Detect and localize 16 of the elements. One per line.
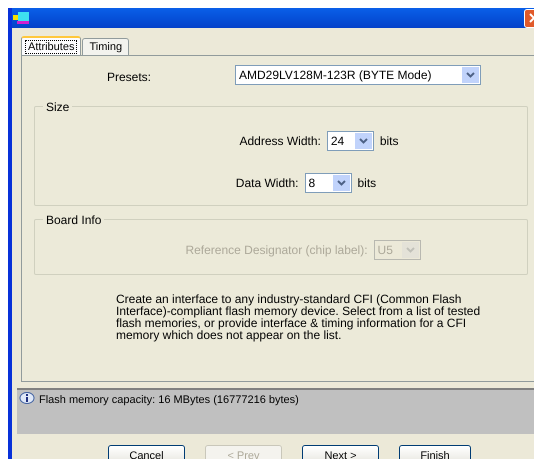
tab[interactable]: Timing [82,38,130,55]
field-label: Address Width: [239,133,321,150]
description-text: Create an interface to any industry-standard CFI (Common Flash Interface)-compliant flash memory device. Select from a list of tested flash memories, or provide interface & timing information for a CFI memory which does not appear on the list. [116,293,482,341]
width-dropdown[interactable]: 24 [326,131,374,151]
width-dropdown[interactable]: 8 [304,173,352,193]
wizard-button[interactable]: Finish [399,445,471,459]
tab[interactable]: Attributes [21,36,82,55]
field-label: Reference Designator (chip label): [185,242,368,259]
unit-label: bits [358,175,376,192]
field-label: Presets: [107,69,152,86]
status-text: Flash memory capacity: 16 MBytes (16777216 bytes) [39,393,299,408]
field-label: Data Width: [236,175,298,192]
unit-label: bits [380,133,399,150]
presets-dropdown[interactable]: AMD29LV128M-123R (BYTE Mode) [235,65,481,85]
wizard-button[interactable]: Cancel [108,445,185,459]
wizard-button[interactable]: Next > [302,445,379,459]
